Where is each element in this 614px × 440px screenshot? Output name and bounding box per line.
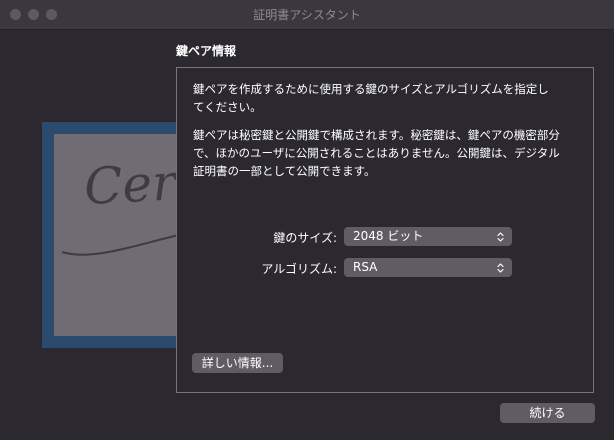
certificate-assistant-window: 証明書アシスタント Certificate 鍵ペア情報 鍵ペアを作成するために使… — [0, 0, 614, 440]
description-line: で、ほかのユーザに公開されることはありません。公開鍵は、デジタル — [193, 146, 560, 160]
algorithm-select[interactable]: RSA — [344, 258, 512, 277]
description-paragraph: 鍵ペアは秘密鍵と公開鍵で構成されます。秘密鍵は、鍵ペアの機密部分 で、ほかのユー… — [193, 126, 583, 180]
intro-paragraph: 鍵ペアを作成するために使用する鍵のサイズとアルゴリズムを指定し てください。 — [193, 80, 583, 116]
key-size-label: 鍵のサイズ: — [273, 231, 337, 245]
description-line: 鍵ペアは秘密鍵と公開鍵で構成されます。秘密鍵は、鍵ペアの機密部分 — [193, 128, 560, 142]
key-size-value: 2048 ビット — [353, 229, 424, 243]
algorithm-label: アルゴリズム: — [261, 262, 337, 276]
more-info-button[interactable]: 詳しい情報... — [192, 353, 283, 373]
key-size-select[interactable]: 2048 ビット — [344, 227, 512, 246]
intro-line: てください。 — [193, 100, 262, 114]
algorithm-value: RSA — [353, 260, 378, 274]
title-bar[interactable]: 証明書アシスタント — [0, 0, 614, 30]
updown-chevron-icon — [497, 232, 504, 242]
section-title: 鍵ペア情報 — [176, 44, 237, 58]
continue-button[interactable]: 続ける — [500, 403, 595, 423]
updown-chevron-icon — [497, 263, 504, 273]
description-line: 証明書の一部として公開できます。 — [193, 164, 376, 178]
window-title: 証明書アシスタント — [253, 8, 361, 22]
key-pair-panel: 鍵ペアを作成するために使用する鍵のサイズとアルゴリズムを指定し てください。 鍵… — [176, 67, 594, 393]
intro-line: 鍵ペアを作成するために使用する鍵のサイズとアルゴリズムを指定し — [193, 82, 549, 96]
